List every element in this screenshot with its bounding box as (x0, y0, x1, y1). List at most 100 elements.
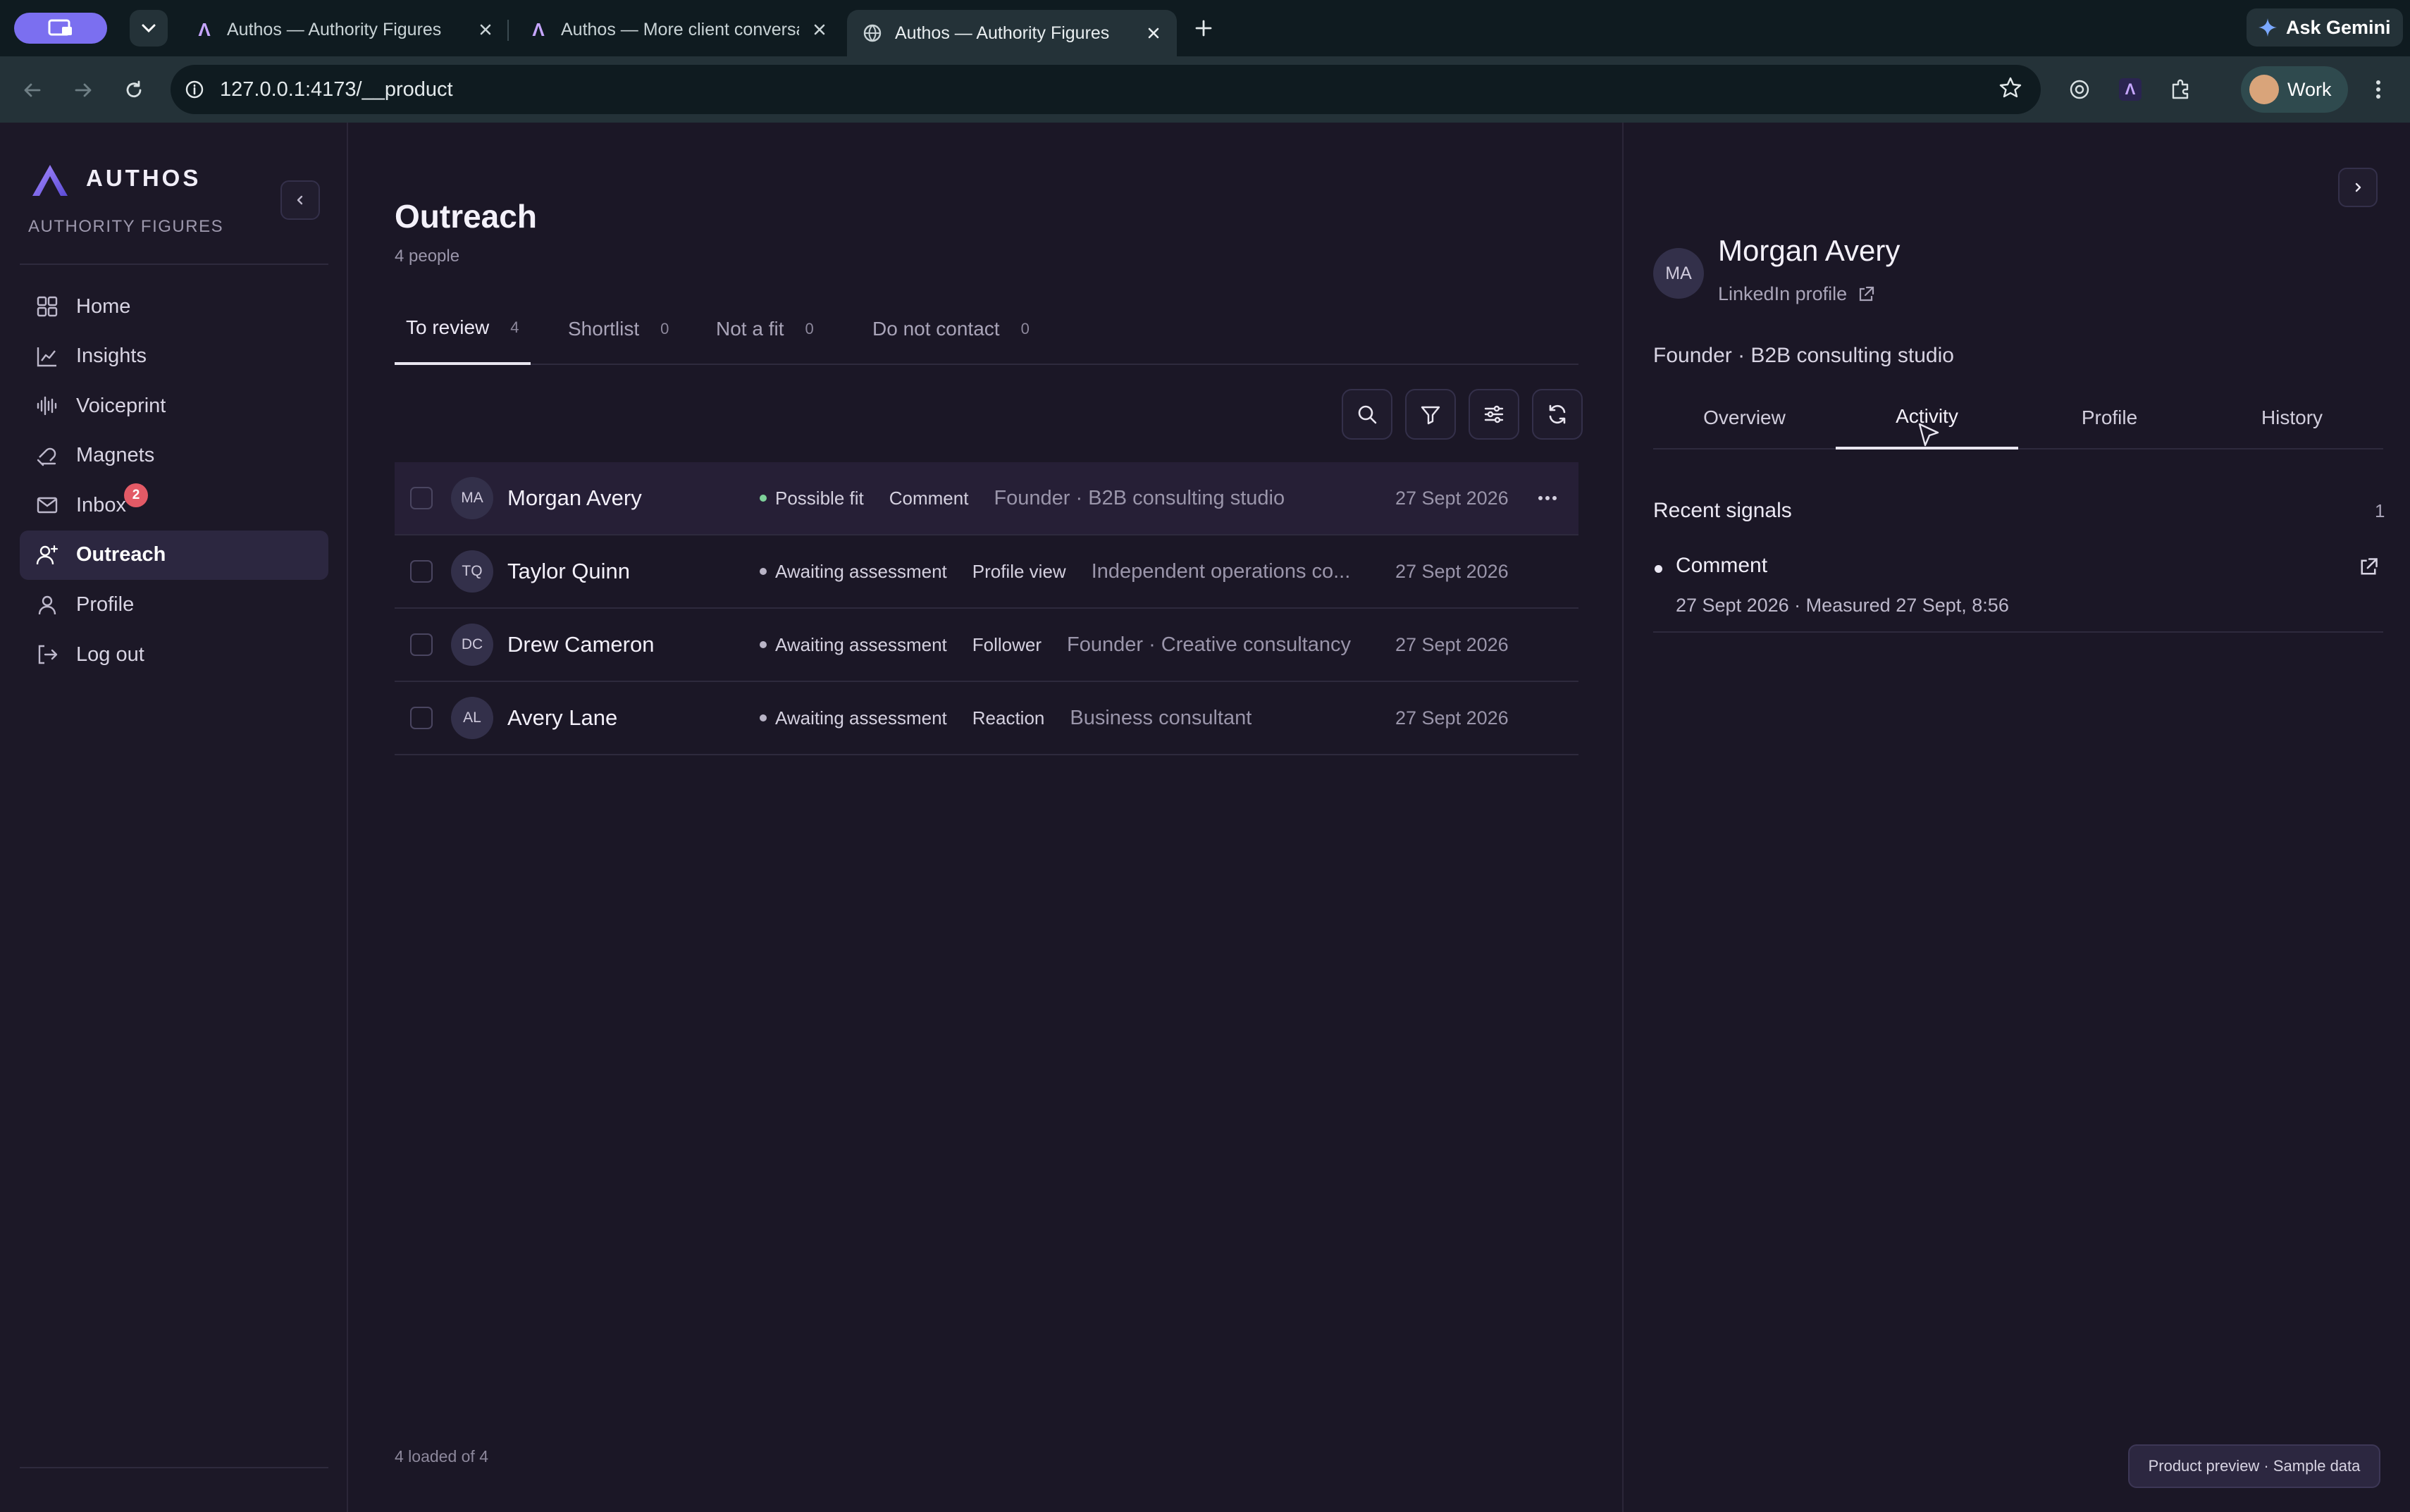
sidebar-item-insights[interactable]: Insights (20, 332, 328, 381)
sidebar-item-inbox[interactable]: Inbox 2 (20, 481, 328, 530)
browser-menu-button[interactable] (2362, 73, 2394, 106)
browser-profile-button[interactable]: Work (2241, 66, 2348, 113)
sidebar-item-label: Outreach (76, 543, 166, 566)
product-preview-badge: Product preview · Sample data (2128, 1444, 2380, 1488)
close-icon[interactable] (478, 22, 493, 37)
row-meta: Possible fit Comment Founder · B2B consu… (760, 487, 1285, 510)
profile-avatar (2249, 75, 2279, 104)
globe-icon (863, 24, 882, 42)
bookmark-star-icon[interactable] (1998, 76, 2022, 100)
close-icon[interactable] (1146, 25, 1161, 41)
window-switcher[interactable] (14, 13, 107, 44)
table-row[interactable]: AL Avery Lane Awaiting assessment Reacti… (395, 682, 1578, 755)
external-link-icon (1860, 286, 1874, 301)
loaded-count: 4 loaded of 4 (395, 1447, 489, 1465)
new-tab-button[interactable] (1188, 13, 1219, 44)
profile-label: Work (2287, 78, 2332, 100)
sidebar-item-outreach[interactable]: Outreach (20, 530, 328, 580)
close-panel-button[interactable] (2338, 168, 2378, 207)
collapse-sidebar-button[interactable] (280, 180, 320, 220)
chevron-left-icon (297, 195, 303, 205)
tab-label: Do not contact (872, 318, 1000, 340)
signal-type: Comment (889, 487, 969, 509)
browser-tab-3-active[interactable]: Authos — Authority Figures (847, 10, 1177, 56)
row-checkbox[interactable] (410, 633, 433, 656)
sidebar-item-logout[interactable]: Log out (20, 630, 328, 679)
authos-extension-icon[interactable]: Λ (2114, 73, 2146, 106)
signal-count: 1 (2375, 500, 2385, 521)
row-checkbox[interactable] (410, 487, 433, 509)
tab-count: 0 (805, 320, 814, 337)
sidebar-item-label: Home (76, 295, 131, 318)
tab-count: 0 (1020, 320, 1030, 337)
table-row[interactable]: TQ Taylor Quinn Awaiting assessment Prof… (395, 535, 1578, 609)
status-badge: Possible fit (775, 487, 864, 509)
tab-to-review[interactable]: To review 4 (395, 293, 531, 365)
refresh-icon (1549, 404, 1566, 424)
tab-overview[interactable]: Overview (1653, 386, 1836, 450)
row-date: 27 Sept 2026 (1395, 633, 1509, 655)
status-badge: Awaiting assessment (775, 707, 947, 729)
address-bar[interactable]: 127.0.0.1:4173/__product (171, 65, 2041, 114)
tab-history[interactable]: History (2201, 386, 2383, 450)
tab-profile[interactable]: Profile (2018, 386, 2201, 450)
person-name[interactable]: Taylor Quinn (507, 559, 630, 584)
sidebar-item-home[interactable]: Home (20, 282, 328, 331)
avatar: TQ (451, 550, 493, 593)
grid-icon (37, 296, 58, 317)
gemini-sparkle-icon (2258, 18, 2277, 37)
row-meta: Awaiting assessment Profile view Indepen… (760, 560, 1350, 583)
row-checkbox[interactable] (410, 560, 433, 583)
filter-button[interactable] (1405, 389, 1456, 440)
sidebar: AUTHOS AUTHORITY FIGURES Home Insights V… (0, 123, 348, 1512)
row-checkbox[interactable] (410, 707, 433, 729)
tab-shortlist[interactable]: Shortlist 0 (557, 293, 680, 365)
tab-not-a-fit[interactable]: Not a fit 0 (705, 293, 825, 365)
search-button[interactable] (1342, 389, 1392, 440)
person-name[interactable]: Drew Cameron (507, 632, 654, 657)
chart-icon (37, 347, 56, 366)
person-role: Founder · B2B consulting studio (1653, 344, 1954, 367)
signal-type: Reaction (972, 707, 1045, 729)
row-date: 27 Sept 2026 (1395, 487, 1509, 509)
browser-tab-1[interactable]: Λ Authos — Authority Figures (179, 10, 509, 49)
filter-icon (1421, 406, 1440, 425)
link-label: LinkedIn profile (1718, 283, 1848, 304)
url-text[interactable]: 127.0.0.1:4173/__product (220, 78, 453, 101)
close-icon[interactable] (812, 22, 827, 37)
extensions-puzzle-icon[interactable] (2165, 73, 2197, 106)
linkedin-profile-link[interactable]: LinkedIn profile (1718, 283, 1875, 305)
openai-extension-icon[interactable] (2063, 73, 2096, 106)
refresh-button[interactable] (1532, 389, 1583, 440)
outreach-main: Outreach 4 people To review 4 Shortlist … (350, 123, 1624, 1512)
list-item: Comment 27 Sept 2026 · Measured 27 Sept,… (1653, 551, 2383, 633)
detail-tabs: Overview Activity Profile History (1653, 386, 2383, 450)
ask-gemini-button[interactable]: Ask Gemini (2247, 8, 2403, 47)
person-name[interactable]: Avery Lane (507, 705, 617, 731)
adjustments-button[interactable] (1469, 389, 1519, 440)
browser-tab-2[interactable]: Λ Authos — More client conversations (513, 10, 843, 49)
forward-button[interactable] (68, 75, 99, 106)
sidebar-item-label: Log out (76, 643, 144, 666)
chevron-right-icon (2355, 182, 2361, 192)
table-row[interactable]: DC Drew Cameron Awaiting assessment Foll… (395, 609, 1578, 682)
person-role: Founder · Creative consultancy (1067, 633, 1351, 656)
sidebar-item-magnets[interactable]: Magnets (20, 431, 328, 481)
sidebar-item-voiceprint[interactable]: Voiceprint (20, 381, 328, 430)
sidebar-item-profile[interactable]: Profile (20, 581, 328, 630)
person-name[interactable]: Morgan Avery (507, 485, 642, 511)
tab-do-not-contact[interactable]: Do not contact 0 (861, 293, 1041, 365)
back-button[interactable] (17, 75, 48, 106)
signal-meta: 27 Sept 2026 · Measured 27 Sept, 8:56 (1676, 595, 2009, 616)
people-count: 4 people (395, 247, 460, 266)
row-more-button[interactable] (1532, 483, 1563, 514)
external-link-icon[interactable] (2358, 557, 2379, 578)
magnet-icon (37, 447, 56, 466)
sidebar-item-label: Insights (76, 345, 147, 368)
row-meta: Awaiting assessment Reaction Business co… (760, 707, 1252, 730)
site-info-icon[interactable] (185, 80, 204, 99)
tab-search-button[interactable] (130, 10, 168, 47)
table-row[interactable]: MA Morgan Avery Possible fit Comment Fou… (395, 462, 1578, 535)
sidebar-divider (20, 264, 328, 265)
reload-button[interactable] (118, 75, 149, 106)
